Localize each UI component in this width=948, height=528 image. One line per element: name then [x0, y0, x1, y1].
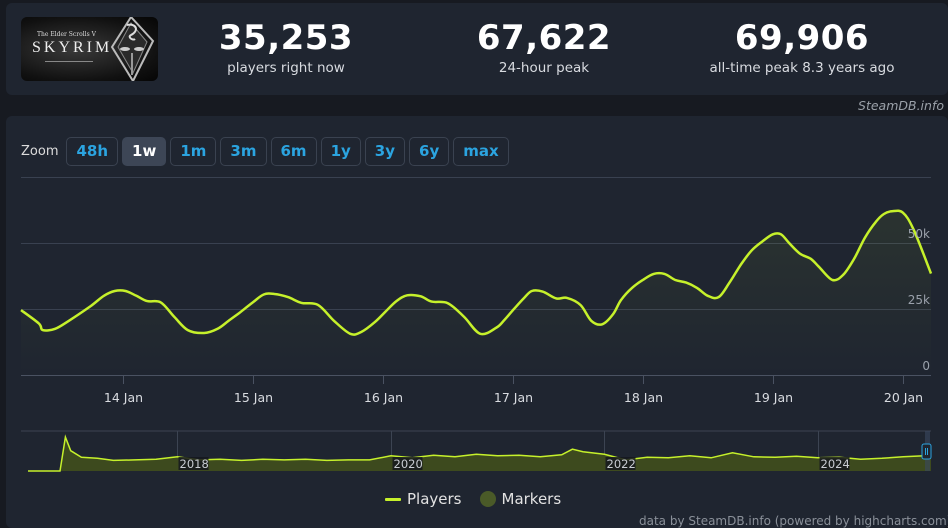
x-tick-label: 18 Jan	[624, 390, 663, 405]
players-area	[21, 210, 931, 375]
markers-dot-icon	[479, 491, 496, 507]
x-tick-label: 14 Jan	[104, 390, 143, 405]
y-tick-label: 25k	[908, 293, 930, 307]
navigator-handle[interactable]	[921, 443, 932, 460]
x-tick-label: 19 Jan	[754, 390, 793, 405]
y-tick-label: 0	[922, 359, 930, 373]
y-tick-label: 50k	[908, 227, 930, 241]
navigator-year-label: 2024	[821, 457, 850, 471]
player-chart[interactable]: 0 25k 50k 14 Jan 15 Jan 16 Jan 17 Jan 18 Jan 19…	[0, 0, 948, 528]
x-tick-label: 16 Jan	[364, 390, 403, 405]
navigator-year-label: 2020	[394, 457, 423, 471]
legend-item-players[interactable]: Players	[385, 490, 462, 508]
navigator-year-label: 2022	[607, 457, 636, 471]
legend-label-markers: Markers	[501, 490, 562, 508]
navigator-year-label: 2018	[180, 457, 209, 471]
x-axis-labels: 14 Jan 15 Jan 16 Jan 17 Jan 18 Jan 19 Jan 20 J…	[104, 375, 923, 405]
navigator[interactable]: 2018 2020 2022 2024	[21, 430, 932, 472]
x-tick-label: 15 Jan	[234, 390, 273, 405]
x-tick-label: 17 Jan	[494, 390, 533, 405]
legend-item-markers[interactable]: Markers	[479, 490, 562, 508]
x-tick-label: 20 Jan	[884, 390, 923, 405]
players-line-icon	[385, 497, 401, 501]
chart-legend: Players Markers	[385, 490, 561, 508]
legend-label-players: Players	[407, 490, 462, 508]
highcharts-credit[interactable]: data by SteamDB.info (powered by highcha…	[639, 514, 948, 528]
